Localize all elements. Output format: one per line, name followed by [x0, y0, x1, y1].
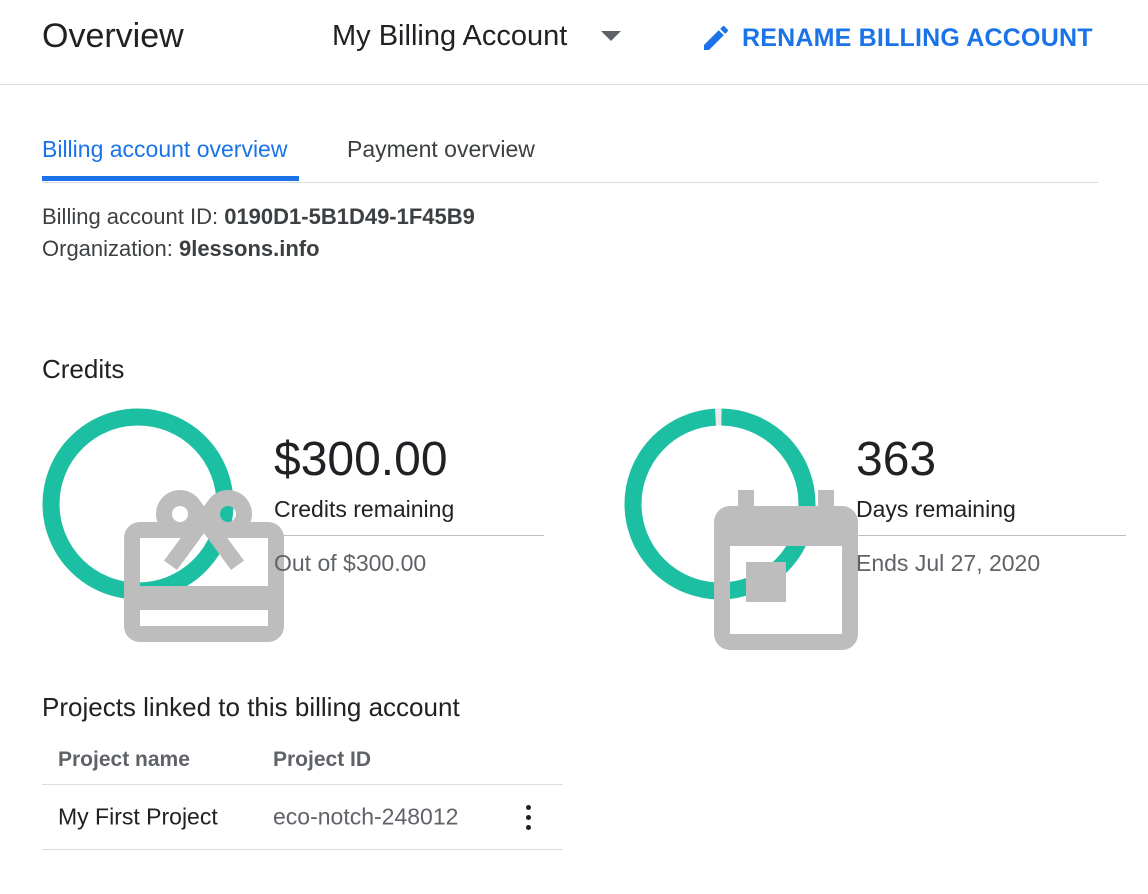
page-title: Overview [42, 17, 184, 55]
billing-account-id-label: Billing account ID: [42, 204, 225, 229]
organization-label: Organization: [42, 236, 179, 261]
tab-billing-account-overview[interactable]: Billing account overview [42, 136, 287, 179]
days-divider [856, 535, 1126, 536]
calendar-icon [714, 490, 858, 650]
credits-remaining-label: Credits remaining [274, 496, 455, 522]
billing-account-name: My Billing Account [332, 19, 568, 52]
organization-value: 9lessons.info [178, 236, 320, 261]
days-ring [624, 408, 858, 650]
credits-remaining-amount: $300.00 [274, 433, 448, 486]
credits-section-title: Credits [42, 354, 125, 384]
pencil-icon [704, 25, 729, 50]
more-vert-icon-dot [525, 804, 531, 810]
organization: Organization: 9lessons.info [42, 236, 320, 262]
column-header-project-id: Project ID [273, 748, 372, 771]
rename-billing-account-button[interactable]: RENAME BILLING ACCOUNT [700, 18, 1093, 58]
more-vert-icon-dot [525, 824, 531, 830]
dropdown-caret-icon [601, 31, 622, 41]
days-remaining-label: Days remaining [856, 496, 1016, 522]
billing-account-id: Billing account ID: 0190D1-5B1D49-1F45B9 [42, 204, 475, 230]
projects-section-title: Projects linked to this billing account [42, 692, 460, 722]
credits-divider [274, 535, 544, 536]
rename-billing-account-label: RENAME BILLING ACCOUNT [742, 23, 1093, 52]
tab-payment-overview[interactable]: Payment overview [347, 136, 535, 179]
days-remaining-value: 363 [856, 433, 937, 486]
tab-bar: Billing account overview Payment overvie… [42, 120, 1098, 183]
table-header: Project name Project ID [42, 736, 563, 785]
gift-card-icon [124, 490, 284, 642]
table-row: My First Project eco-notch-248012 [42, 785, 563, 850]
days-end-date: Ends Jul 27, 2020 [856, 550, 1041, 576]
column-header-project-name: Project name [58, 748, 190, 771]
billing-account-select[interactable]: My Billing Account [332, 16, 622, 56]
active-tab-indicator [42, 176, 299, 181]
project-id-cell: eco-notch-248012 [273, 803, 459, 830]
more-options-button[interactable] [516, 801, 540, 833]
credits-total: Out of $300.00 [274, 550, 427, 576]
page-header: Overview My Billing Account RENAME BILLI… [0, 0, 1148, 85]
projects-table: Project name Project ID My First Project… [42, 736, 563, 850]
more-vert-icon-dot [525, 814, 531, 820]
credits-ring [42, 408, 284, 642]
project-name-cell: My First Project [58, 803, 218, 830]
billing-account-id-value: 0190D1-5B1D49-1F45B9 [224, 204, 475, 229]
